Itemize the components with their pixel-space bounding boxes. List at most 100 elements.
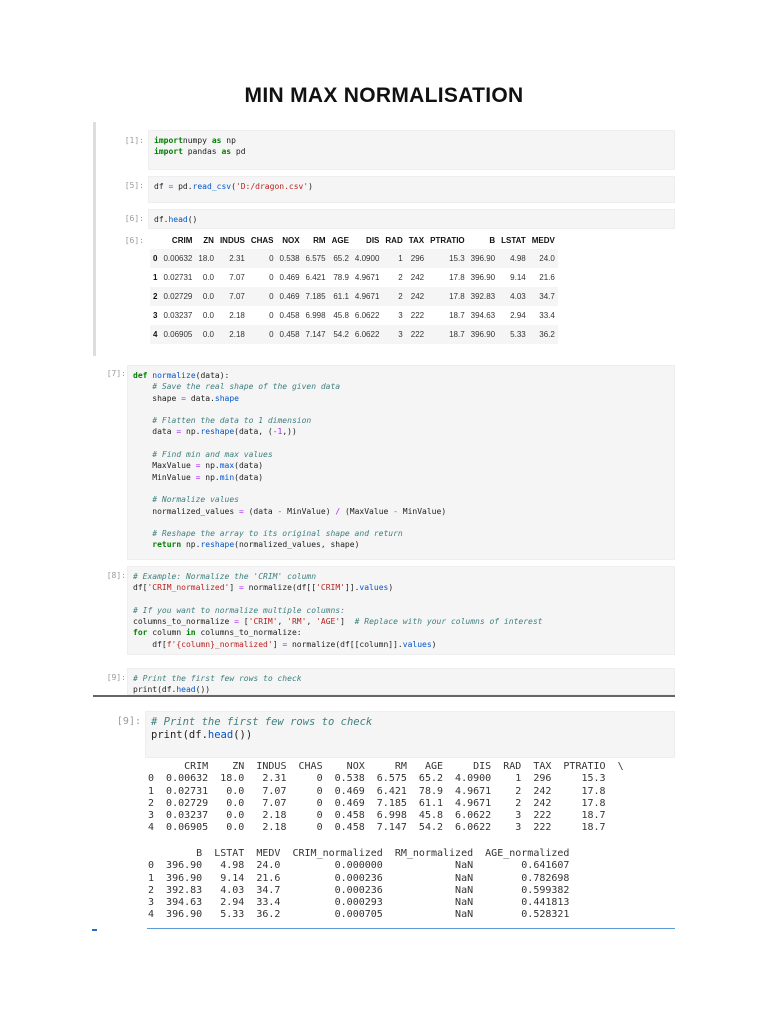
table-cell: 2 (398, 273, 403, 282)
code-token: ,)) (282, 427, 297, 437)
code-token: # Normalize values (152, 495, 239, 505)
code-token: import (154, 147, 183, 157)
row-index: 0 (150, 249, 161, 268)
code-cell[interactable]: def normalize(data): # Save the real sha… (127, 365, 675, 560)
code-line: df.head() (154, 214, 669, 225)
column-header: ZN (203, 236, 214, 245)
cell-prompt: [6]: (124, 214, 144, 223)
code-token: data. (186, 393, 215, 403)
table-cell: 61.1 (328, 287, 352, 306)
output-line: 2 392.83 4.03 34.7 0.000236 NaN 0.599382 (148, 884, 570, 896)
code-token: f'{column}_normalized' (166, 639, 273, 649)
table-cell: 0.0 (202, 273, 214, 282)
table-cell: 21.6 (539, 273, 555, 282)
column-header: PTRATIO (430, 236, 465, 245)
table-cell: 7.147 (302, 325, 329, 344)
code-token: pandas (182, 147, 222, 157)
code-line: data = np.reshape(data, (-1,)) (133, 426, 669, 437)
code-token: 'AGE' (316, 617, 341, 627)
code-line: return np.reshape(normalized_values, sha… (133, 539, 669, 550)
code-token: ) (431, 639, 437, 649)
code-line: importnumpy as np (154, 135, 669, 146)
code-cell[interactable]: importnumpy as np import pandas as pd (148, 130, 675, 170)
active-cell-marker (92, 929, 97, 931)
code-line: for column in columns_to_normalize: (133, 627, 669, 638)
code-line: def normalize(data): (133, 370, 669, 381)
code-token: return (152, 540, 182, 550)
code-cell[interactable]: # Print the first few rows to check print… (145, 711, 675, 758)
code-token: print(df. (133, 685, 177, 695)
table-cell: 4.03 (498, 287, 529, 306)
code-token: np. (200, 461, 220, 471)
table-cell: 17.8 (427, 287, 468, 306)
table-cell: 394.63 (470, 311, 496, 320)
code-line: print(df.head()) (133, 684, 669, 695)
code-token: # Reshape the array to its original shap… (152, 529, 403, 539)
code-line: df = pd.read_csv('D:/dragon.csv') (154, 181, 669, 192)
table-cell: 24.0 (528, 249, 558, 268)
output-prompt: [6]: (124, 236, 144, 245)
table-cell: 396.90 (467, 249, 499, 268)
code-token: 'CRIM' (248, 617, 278, 627)
code-token: [ (238, 617, 249, 627)
table-cell: 0.02729 (160, 287, 196, 306)
table-row: 3 0.03237 0.0 2.18 0 0.458 6.998 45.8 6.0622 3 222… (150, 306, 558, 325)
code-token: head (176, 685, 196, 695)
code-token: column (147, 628, 186, 638)
code-token: max (219, 461, 235, 471)
column-header: LSTAT (501, 236, 526, 245)
code-token: (data) (234, 461, 264, 471)
table-cell: 3 (398, 311, 403, 320)
table-cell: 33.4 (539, 311, 555, 320)
code-token: # Save the real shape of the given data (152, 382, 341, 392)
table-cell: 0 (247, 287, 277, 306)
code-token: numpy (182, 136, 212, 145)
code-token: (data): (195, 371, 230, 380)
code-cell[interactable]: df.head() (148, 209, 675, 229)
code-line: df['CRIM_normalized'] = normalize(df[['C… (133, 582, 669, 593)
code-cell[interactable]: # Print the first few rows to check print… (127, 668, 675, 695)
code-token: () (187, 215, 198, 224)
code-token: MaxValue (133, 461, 196, 471)
code-line: print(df.head()) (151, 729, 669, 742)
table-cell: 392.83 (467, 287, 499, 306)
code-token: as (211, 136, 222, 145)
code-token: normalize (152, 371, 196, 380)
code-token: ) (308, 182, 313, 191)
code-token: (data, ( (234, 427, 273, 437)
output-line: 3 0.03237 0.0 2.18 0 0.458 6.998 45.8 6.… (148, 810, 606, 822)
table-cell: 4.98 (498, 249, 529, 268)
code-token: # Print the first few rows to check (133, 674, 302, 683)
column-header: TAX (408, 236, 425, 245)
code-token: ] (272, 639, 283, 649)
printed-output-block-1: CRIM ZN INDUS CHAS NOX RM AGE DIS RAD TA… (148, 761, 624, 835)
code-line: # Reshape the array to its original shap… (133, 528, 669, 539)
table-cell: 65.2 (328, 249, 352, 268)
code-cell[interactable]: # Example: Normalize the 'CRIM' column df… (127, 566, 675, 655)
code-token: MinValue (133, 472, 196, 482)
table-cell: 0.03237 (163, 311, 193, 320)
table-cell: 296 (405, 249, 428, 268)
table-cell: 222 (410, 311, 425, 320)
column-header: RAD (385, 236, 403, 245)
table-cell: 0 (247, 249, 277, 268)
table-cell: 242 (405, 287, 428, 306)
table-cell: 2.94 (510, 311, 526, 320)
code-line: # Example: Normalize the 'CRIM' column (133, 571, 669, 582)
table-cell: 0.0 (202, 311, 214, 320)
table-cell: 0.0 (195, 325, 217, 344)
table-row: 1 0.02731 0.0 7.07 0 0.469 6.421 78.9 4.9671 2 242… (150, 268, 558, 287)
table-cell: 6.998 (305, 311, 326, 320)
code-token: shape (133, 393, 182, 403)
code-token: # Find min and max values (152, 450, 273, 460)
table-cell: 4.0900 (351, 249, 383, 268)
code-token: normalized_values (133, 506, 239, 516)
code-token: 'RM' (287, 617, 307, 627)
table-cell: 78.9 (333, 273, 349, 282)
dataframe-table: CRIM ZN INDUS CHAS NOX RM AGE DIS RAD TAX PTRATIO B… (150, 232, 558, 344)
code-token: def (133, 371, 148, 380)
code-cell[interactable]: df = pd.read_csv('D:/dragon.csv') (148, 176, 675, 203)
